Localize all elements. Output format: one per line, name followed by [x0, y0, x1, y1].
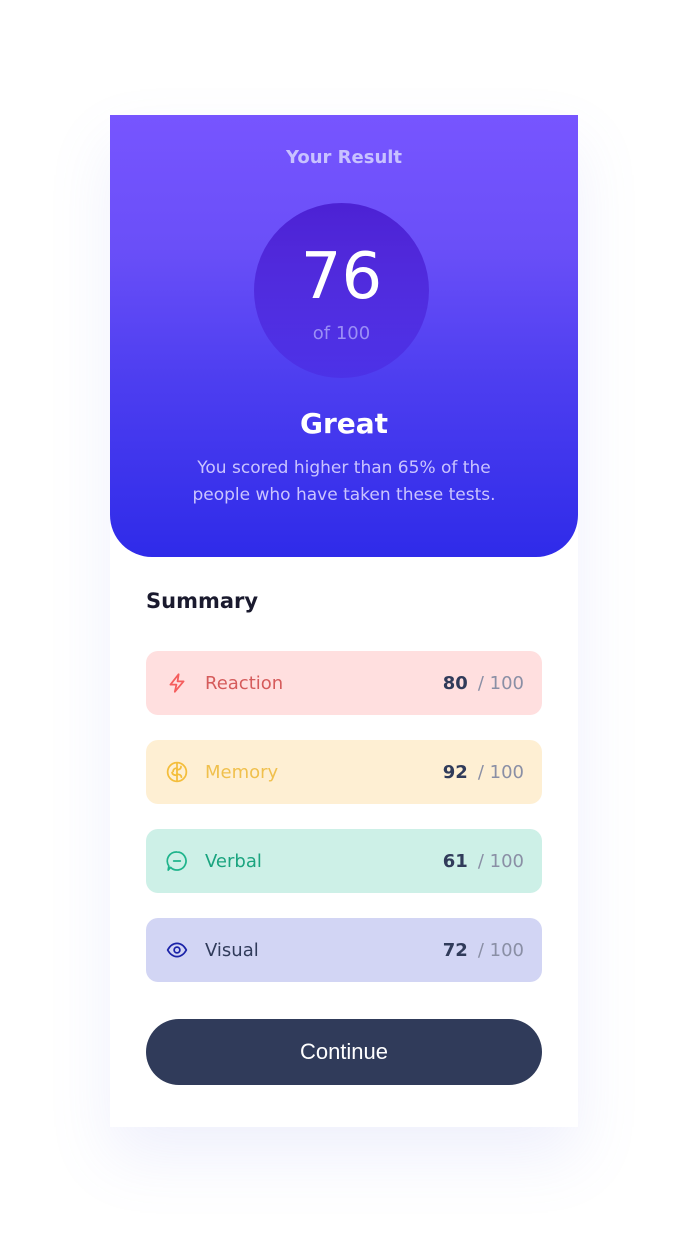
- summary-item-max: / 100: [477, 939, 524, 961]
- score-circle: 76 of 100: [254, 203, 429, 378]
- summary-item-max: / 100: [477, 850, 524, 872]
- page: Your Result 76 of 100 Great You scored h…: [0, 0, 688, 1243]
- result-verdict: Great: [299, 407, 389, 440]
- summary-item-label: Memory: [205, 761, 279, 783]
- summary-item-score: 61: [442, 850, 468, 872]
- summary-item-label: Visual: [205, 939, 259, 961]
- score-value: 76: [300, 240, 383, 314]
- summary-title: Summary: [146, 589, 259, 613]
- results-card: Your Result 76 of 100 Great You scored h…: [110, 115, 578, 1127]
- lightning-icon: [166, 672, 188, 694]
- summary-item-max: / 100: [477, 761, 524, 783]
- chat-bubble-icon: [166, 850, 188, 872]
- summary-item-score: 72: [442, 939, 468, 961]
- result-heading: Your Result: [285, 147, 403, 168]
- summary-item-label: Reaction: [205, 672, 284, 694]
- summary-item-verbal: Verbal 61 / 100: [146, 829, 542, 893]
- brain-icon: [166, 761, 188, 783]
- summary-item-label: Verbal: [205, 850, 262, 872]
- result-panel: Your Result 76 of 100 Great You scored h…: [110, 115, 578, 557]
- result-description: You scored higher than 65% of the people…: [192, 458, 496, 505]
- summary-item-memory: Memory 92 / 100: [146, 740, 542, 804]
- summary-item-score: 80: [442, 672, 468, 694]
- continue-button[interactable]: Continue: [146, 1019, 542, 1085]
- summary-item-reaction: Reaction 80 / 100: [146, 651, 542, 715]
- summary-item-visual: Visual 72 / 100: [146, 918, 542, 982]
- eye-icon: [166, 939, 188, 961]
- score-total: of 100: [312, 323, 371, 344]
- summary-item-max: / 100: [477, 672, 524, 694]
- summary-item-score: 92: [442, 761, 468, 783]
